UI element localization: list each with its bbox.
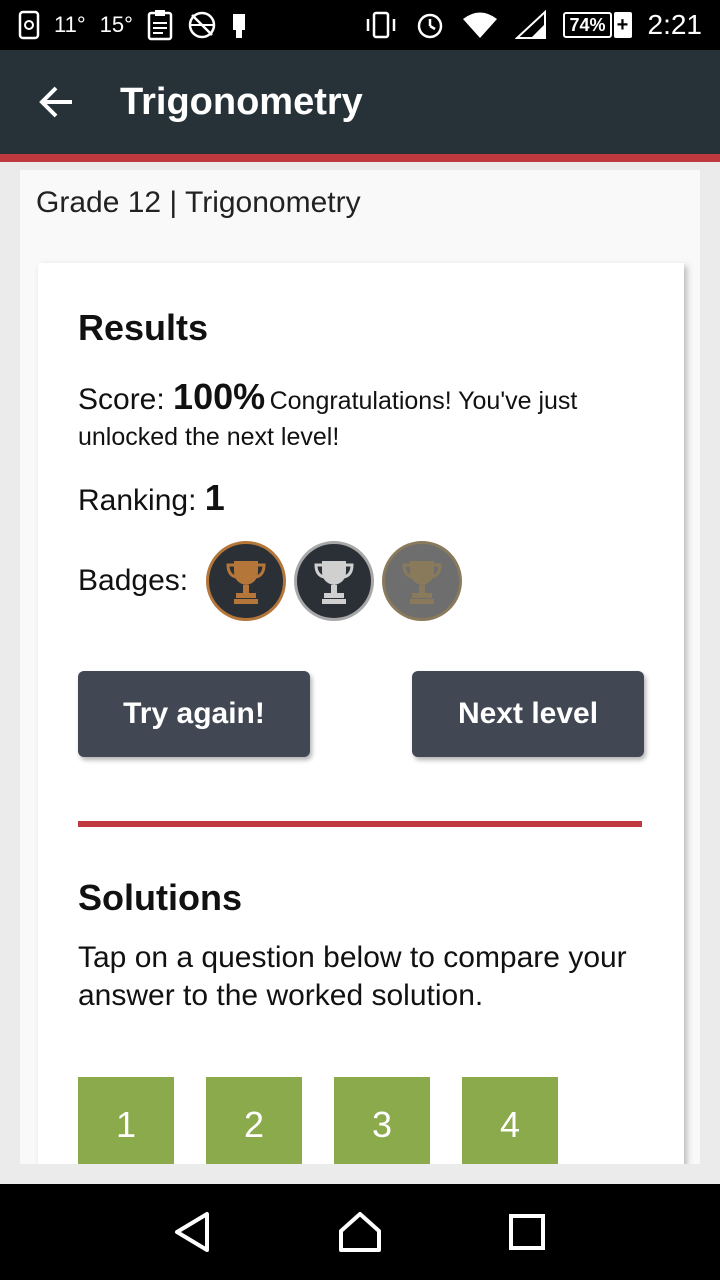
results-card: Results Score: 100% Congratulations! You…	[38, 263, 684, 1164]
vibrate-icon	[363, 11, 399, 39]
no-data-icon	[187, 10, 217, 40]
battery-level: 74%	[563, 12, 612, 38]
question-button-3[interactable]: 3	[334, 1077, 430, 1164]
usb-icon	[231, 10, 247, 40]
badges-label: Badges:	[78, 564, 189, 597]
question-button-1[interactable]: 1	[78, 1077, 174, 1164]
question-button-2[interactable]: 2	[206, 1077, 302, 1164]
signal-icon	[515, 10, 547, 40]
ranking-label: Ranking:	[78, 484, 205, 517]
question-list: 1 2 3 4	[78, 1077, 558, 1164]
status-right: 74% + 2:21	[363, 9, 702, 41]
try-again-button[interactable]: Try again!	[78, 671, 310, 757]
bronze-trophy-icon[interactable]	[206, 541, 287, 621]
results-heading: Results	[78, 307, 209, 348]
ranking-value: 1	[204, 477, 225, 518]
solutions-description: Tap on a question below to compare your …	[78, 941, 627, 1012]
page-title: Trigonometry	[120, 80, 363, 123]
status-left: 11° 15°	[18, 9, 247, 41]
alarm-icon	[415, 10, 445, 40]
score-label: Score:	[78, 383, 174, 416]
status-bar: 11° 15° 74% + 2:21	[0, 0, 720, 50]
content-area[interactable]: Grade 12 | Trigonometry Results Score: 1…	[20, 170, 700, 1164]
score-value: 100%	[173, 376, 266, 417]
clipboard-icon	[147, 9, 173, 41]
gold-trophy-icon[interactable]	[382, 541, 463, 621]
silver-trophy-icon[interactable]	[294, 541, 375, 621]
arrow-back-icon[interactable]	[26, 72, 86, 132]
next-level-button[interactable]: Next level	[412, 671, 644, 757]
score-text: Score: 100% Congratulations! You've just…	[78, 379, 638, 457]
recents-nav-icon[interactable]	[497, 1202, 557, 1262]
clock: 2:21	[647, 9, 703, 40]
battery-icon: 74% +	[563, 12, 632, 38]
sync-icon	[18, 10, 40, 40]
back-nav-icon[interactable]	[163, 1202, 223, 1262]
breadcrumb: Grade 12 | Trigonometry	[36, 186, 361, 219]
navigation-bar	[0, 1184, 720, 1280]
temperature-1: 11°	[54, 12, 86, 37]
badges-row: Badges:	[78, 541, 470, 621]
solutions-heading: Solutions	[78, 877, 242, 918]
app-bar: Trigonometry	[0, 50, 720, 162]
temperature-2: 15°	[99, 12, 133, 37]
wifi-icon	[461, 10, 499, 40]
section-divider	[78, 821, 642, 827]
charging-icon: +	[613, 12, 632, 38]
question-button-4[interactable]: 4	[462, 1077, 558, 1164]
ranking-text: Ranking: 1	[78, 477, 225, 519]
home-nav-icon[interactable]	[330, 1202, 390, 1262]
